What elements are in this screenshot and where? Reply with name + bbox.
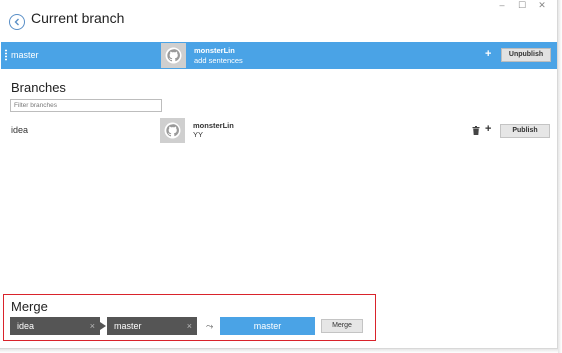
branch-row-idea[interactable]: idea monsterLin YY + Publish xyxy=(0,117,557,145)
maximize-icon[interactable]: ☐ xyxy=(517,0,527,10)
merge-target-chip[interactable]: master × xyxy=(107,317,197,335)
avatar xyxy=(161,43,186,68)
merge-heading: Merge xyxy=(11,299,48,314)
current-branch-bar[interactable]: master monsterLin add sentences + Unpubl… xyxy=(1,42,557,69)
window-controls: – ☐ ✕ xyxy=(497,0,547,10)
branches-heading: Branches xyxy=(11,80,66,95)
merge-target-label: master xyxy=(114,321,142,331)
back-arrow-icon[interactable] xyxy=(9,14,25,30)
merge-source-label: idea xyxy=(17,321,35,331)
merge-source-chip[interactable]: idea × xyxy=(10,317,100,335)
add-icon[interactable]: + xyxy=(485,123,491,135)
drag-handle-icon[interactable] xyxy=(5,49,7,61)
minimize-icon[interactable]: – xyxy=(497,0,507,10)
commit-message: YY xyxy=(193,130,204,139)
window-shadow xyxy=(0,349,562,353)
merge-button[interactable]: Merge xyxy=(321,319,363,333)
unpublish-button[interactable]: Unpublish xyxy=(501,48,551,62)
app-window: – ☐ ✕ Current branch master monsterLin a… xyxy=(0,0,558,349)
branch-name: idea xyxy=(11,125,29,135)
merge-icon: ⤳ xyxy=(206,321,214,331)
publish-button[interactable]: Publish xyxy=(500,124,550,138)
merge-panel: Merge idea × master × ⤳ master Merge xyxy=(3,294,376,341)
filter-branches-input[interactable] xyxy=(10,99,162,112)
github-octocat-icon xyxy=(164,122,181,139)
merge-result-branch[interactable]: master xyxy=(220,317,315,335)
page-title: Current branch xyxy=(31,10,125,26)
current-branch-name: master xyxy=(11,50,39,60)
window-shadow xyxy=(558,0,562,353)
chevron-right-icon xyxy=(100,322,106,330)
close-icon[interactable]: × xyxy=(90,317,95,335)
close-icon[interactable]: ✕ xyxy=(537,0,547,10)
avatar xyxy=(160,118,185,143)
close-icon[interactable]: × xyxy=(187,317,192,335)
commit-author: monsterLin xyxy=(193,121,234,130)
commit-author: monsterLin xyxy=(194,46,235,55)
trash-icon[interactable] xyxy=(472,126,480,135)
commit-message: add sentences xyxy=(194,56,243,65)
add-icon[interactable]: + xyxy=(485,48,491,60)
github-octocat-icon xyxy=(165,47,182,64)
